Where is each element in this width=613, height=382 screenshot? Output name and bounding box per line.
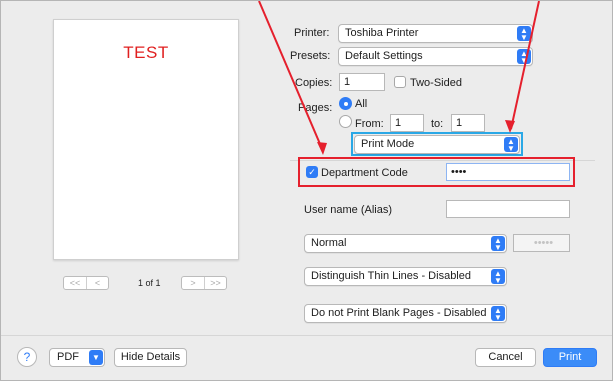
arrow-head-icon <box>317 142 327 155</box>
arrow-to-panel-select <box>510 1 540 130</box>
annotation-arrows <box>258 1 540 155</box>
arrow-to-department-code <box>258 1 324 152</box>
arrow-head-icon <box>505 120 515 133</box>
print-dialog: TEST << < 1 of 1 > >> Printer: Toshiba P… <box>0 0 613 381</box>
